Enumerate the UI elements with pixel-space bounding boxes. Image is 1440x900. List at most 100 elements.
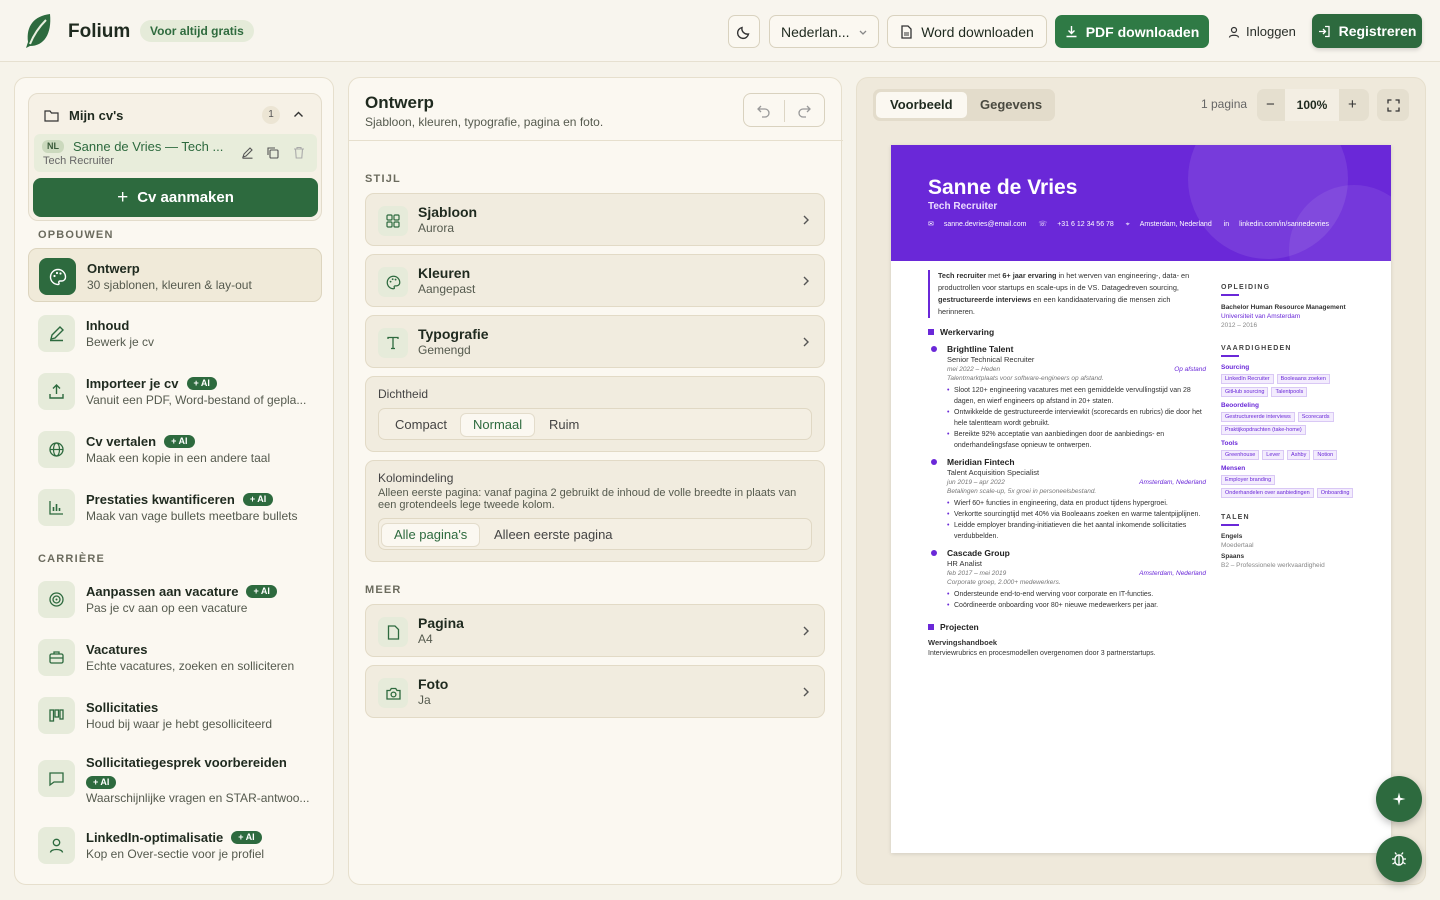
ai-badge: + AI <box>186 377 217 390</box>
side-heading: VAARDIGHEDEN <box>1221 344 1371 360</box>
word-download-label: Word downloaden <box>921 23 1034 40</box>
skill-tag: Praktijkopdrachten (take-home) <box>1221 425 1306 435</box>
cv-list-item[interactable]: NL Sanne de Vries — Tech ... Tech Recrui… <box>34 134 317 172</box>
sidebar-item-translate[interactable]: Cv vertalen + AI Maak een kopie in een an… <box>28 422 322 476</box>
document-icon <box>901 24 912 39</box>
skill-tag: GitHub sourcing <box>1221 387 1269 397</box>
palette-icon <box>378 267 408 297</box>
new-cv-button[interactable]: + Cv aanmaken <box>33 178 318 217</box>
density-segmented-control: Compact Normaal Ruim <box>378 408 812 440</box>
summary-text: met <box>986 271 1003 280</box>
summary-bold: 6+ jaar ervaring <box>1002 271 1057 280</box>
job-bullet: Wierf 60+ functies in engineering, data … <box>947 498 1206 509</box>
timeline-dot <box>931 550 937 556</box>
page-card[interactable]: Pagina A4 <box>365 604 825 657</box>
colors-card[interactable]: Kleuren Aangepast <box>365 254 825 307</box>
sidebar-item-tailor[interactable]: Aanpassen aan vacature + AI Pas je cv aan… <box>28 572 322 626</box>
login-link[interactable]: Inloggen <box>1228 15 1296 48</box>
job-role: HR Analist <box>947 559 983 568</box>
job-role: Talent Acquisition Specialist <box>947 468 1040 477</box>
chevron-up-icon[interactable] <box>293 110 304 119</box>
columns-option-first[interactable]: Alleen eerste pagina <box>482 523 625 547</box>
job-meta: jun 2019 – apr 2022 Amsterdam, Nederland <box>947 478 1206 487</box>
redo-icon[interactable] <box>796 103 812 119</box>
job-note: Betalingen scale-up, 5x groei in persone… <box>947 488 1097 495</box>
sidebar-item-design[interactable]: Ontwerp 30 sjablonen, kleuren & lay-out <box>28 248 322 302</box>
skill-group: Beoordeling <box>1221 402 1259 409</box>
edit-icon[interactable] <box>241 146 254 159</box>
skill-tag: Gestructureerde interviews <box>1221 412 1295 422</box>
trash-icon[interactable] <box>293 146 305 159</box>
timeline-dot <box>931 459 937 465</box>
zoom-in-button[interactable]: + <box>1348 96 1357 113</box>
columns-help-text: Alleen eerste pagina: vanaf pagina 2 geb… <box>378 487 797 511</box>
sidebar-item-linkedin[interactable]: LinkedIn-optimalisatie + AI Kop en Over-s… <box>28 818 322 872</box>
panel-title: Ontwerp <box>365 93 434 112</box>
tab-preview[interactable]: Voorbeeld <box>876 92 967 118</box>
nav-desc: Bewerk je cv <box>86 335 155 349</box>
card-title: Kleuren <box>418 265 471 281</box>
sidebar-item-content[interactable]: Inhoud Bewerk je cv <box>28 306 322 360</box>
typography-card[interactable]: Typografie Gemengd <box>365 315 825 368</box>
sidebar-item-interview[interactable]: Sollicitatiegesprek voorbereiden + AI Wa… <box>28 746 322 810</box>
card-title: Foto <box>418 676 449 692</box>
login-label: Inloggen <box>1246 24 1296 39</box>
skill-tag: Booleaans zoeken <box>1276 374 1330 384</box>
skill-tag: Notion <box>1313 450 1338 460</box>
word-download-button[interactable]: Word downloaden <box>887 15 1047 48</box>
fullscreen-button[interactable] <box>1377 89 1409 121</box>
timeline-dot <box>931 346 937 352</box>
card-title: Typografie <box>418 326 489 342</box>
photo-card[interactable]: Foto Ja <box>365 665 825 718</box>
copy-icon[interactable] <box>266 146 279 159</box>
ai-assistant-button[interactable] <box>1376 776 1422 822</box>
panel-subtitle: Sjabloon, kleuren, typografie, pagina en… <box>365 115 604 129</box>
project-name: Wervingshandboek <box>928 638 998 647</box>
columns-option-all[interactable]: Alle pagina's <box>381 523 481 547</box>
divider <box>349 140 843 141</box>
template-card[interactable]: Sjabloon Aurora <box>365 193 825 246</box>
job-bullets: Sloot 120+ engineering vacatures met een… <box>947 385 1206 451</box>
email-icon: ✉ <box>928 221 934 228</box>
pdf-download-button[interactable]: PDF downloaden <box>1055 15 1209 48</box>
skill-group: Tools <box>1221 440 1238 447</box>
density-option-compact[interactable]: Compact <box>383 413 459 437</box>
chevron-right-icon <box>803 215 809 225</box>
brand-name[interactable]: Folium <box>68 21 130 43</box>
nav-title: Ontwerp <box>87 261 140 276</box>
resume-main-column: Tech recruiter met 6+ jaar ervaring in h… <box>928 270 1206 659</box>
job-dates: jun 2019 – apr 2022 <box>947 479 1005 486</box>
card-value: A4 <box>418 632 433 646</box>
ai-badge: + AI <box>246 585 277 598</box>
language-select[interactable]: Nederlan... <box>769 15 879 48</box>
divider <box>784 100 785 122</box>
linkedin-icon: in <box>1223 221 1230 228</box>
job-meta: feb 2017 – mei 2019 Amsterdam, Nederland <box>947 569 1206 578</box>
chevron-right-icon <box>803 626 809 636</box>
density-option-ruim[interactable]: Ruim <box>537 413 591 437</box>
sidebar-item-import[interactable]: Importeer je cv + AI Vanuit een PDF, Word… <box>28 364 322 418</box>
sidebar-item-jobs[interactable]: Vacatures Echte vacatures, zoeken en sol… <box>28 630 322 684</box>
section-more: MEER <box>365 584 402 596</box>
sidebar-item-applications[interactable]: Sollicitaties Houd bij waar je hebt geso… <box>28 688 322 742</box>
zoom-out-button[interactable]: − <box>1266 96 1275 113</box>
plus-icon: + <box>117 186 129 208</box>
section-heading: Projecten <box>928 621 1206 633</box>
dark-mode-toggle[interactable] <box>728 15 760 48</box>
ai-badge: + AI <box>231 831 262 844</box>
undo-icon[interactable] <box>756 103 772 119</box>
sign-in-icon <box>1318 25 1330 37</box>
skill-tag: Talentpools <box>1271 387 1308 397</box>
preview-tabs: Voorbeeld Gegevens <box>873 89 1055 121</box>
sidebar-item-quantify[interactable]: Prestaties kwantificeren + AI Maak van va… <box>28 480 322 534</box>
tab-data[interactable]: Gegevens <box>966 92 1056 118</box>
density-option-normal[interactable]: Normaal <box>460 413 536 437</box>
pdf-download-label: PDF downloaden <box>1085 23 1200 40</box>
nav-desc: Vanuit een PDF, Word-bestand of gepla... <box>86 393 307 407</box>
summary-bold: gestructureerde interviews <box>938 295 1032 304</box>
bug-report-button[interactable] <box>1376 836 1422 882</box>
register-label: Registreren <box>1338 23 1417 39</box>
register-button[interactable]: Registreren <box>1312 14 1422 48</box>
nav-title-text: Importeer je cv <box>86 376 179 391</box>
pencil-icon <box>38 315 75 352</box>
